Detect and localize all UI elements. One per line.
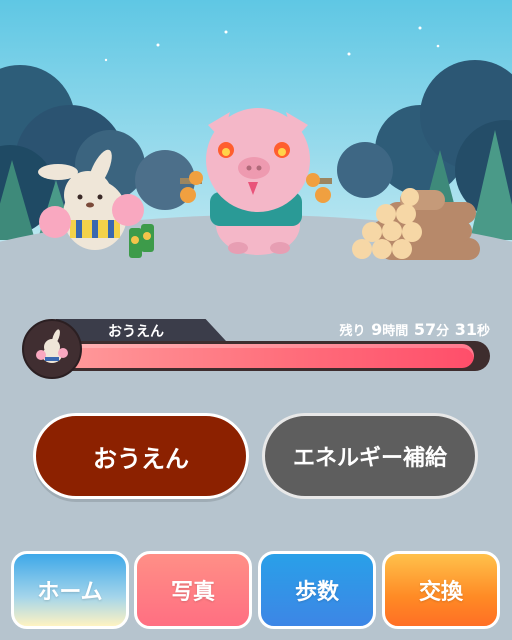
remaining-minutes: 57 [413,320,437,339]
nav-home-button[interactable]: ホーム [11,551,129,629]
progress-bar [46,341,490,371]
nav-photo-button[interactable]: 写真 [134,551,252,629]
remaining-seconds-unit: 秒 [476,324,490,339]
remaining-hours-unit: 時間 [382,324,409,339]
remaining-seconds: 31 [454,320,477,339]
rabbit-icon [36,329,68,363]
remaining-time: 残り 9時間 57分 31秒 [340,320,490,339]
remaining-prefix: 残り [339,324,366,339]
cheer-button[interactable]: おうえん [33,413,249,499]
avatar [22,319,82,379]
game-scene [0,0,512,320]
status-label: おうえん [108,324,164,340]
nav-exchange-button[interactable]: 交換 [382,551,500,629]
energy-supply-button[interactable]: エネルギー補給 [262,413,478,499]
game-screen: おうえん 残り 9時間 57分 31秒 おうえん エネルギー補給 ホーム 写真 … [0,0,512,640]
progress-fill [49,344,474,368]
nav-steps-button[interactable]: 歩数 [258,551,376,629]
pig-character [206,108,310,255]
remaining-minutes-unit: 分 [436,324,450,339]
remaining-hours: 9 [371,320,383,339]
